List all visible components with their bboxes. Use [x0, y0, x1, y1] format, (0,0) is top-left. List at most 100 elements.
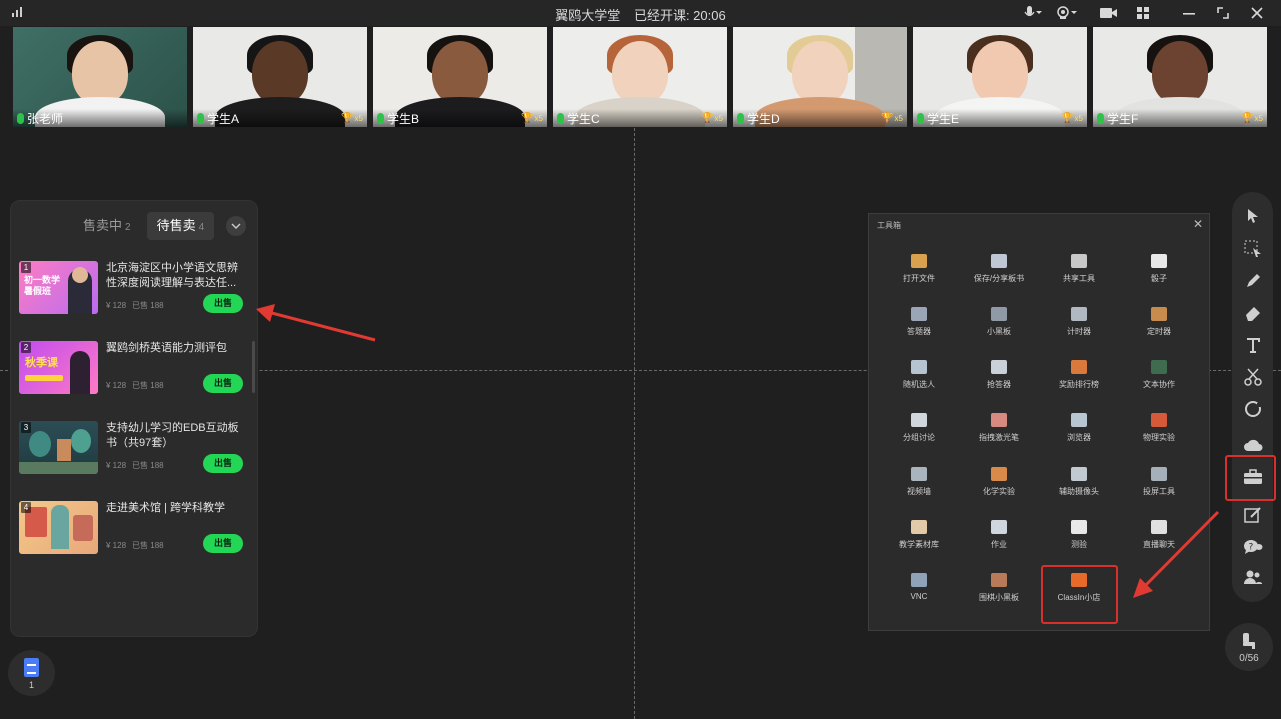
tool-buzzer[interactable]: 抢答器 — [959, 360, 1039, 390]
text-icon[interactable] — [1232, 333, 1273, 357]
close-icon[interactable]: ✕ — [1193, 217, 1203, 231]
tool-label: 保存/分享板书 — [973, 274, 1025, 283]
folder-icon — [911, 254, 927, 268]
sell-button[interactable]: 出售 — [203, 374, 243, 393]
shape-icon[interactable] — [1232, 397, 1273, 421]
tool-answer[interactable]: 答题器 — [879, 307, 959, 337]
tool-share-screen[interactable]: 共享工具 — [1039, 254, 1119, 284]
shop-panel: 售卖中 2 待售卖 4 初一数学 暑假班 1 北京海淀区中小学语文思辨性深度阅读理解… — [10, 200, 258, 637]
eraser-icon[interactable] — [1232, 301, 1273, 325]
tool-go-board[interactable]: 围棋小黑板 — [959, 573, 1039, 603]
tool-random-pick[interactable]: 随机选人 — [879, 360, 959, 390]
item-index: 2 — [21, 342, 31, 353]
list-item: 4 走进美术馆 | 跨学科教学 ¥ 128 已售 188 出售 — [19, 501, 244, 557]
video-tile[interactable]: 学生D 🏆 x5 — [733, 27, 907, 127]
trophy-icon: 🏆 x5 — [1241, 113, 1263, 124]
close-icon[interactable] — [1247, 4, 1267, 22]
tool-material-library[interactable]: 教学素材库 — [879, 520, 959, 550]
video-icon[interactable] — [1099, 4, 1119, 22]
cloud-icon[interactable] — [1232, 433, 1273, 457]
right-toolbar: ? — [1232, 192, 1273, 602]
tool-folder[interactable]: 打开文件 — [879, 254, 959, 284]
save-icon — [991, 254, 1007, 268]
tool-blackboard[interactable]: 小黑板 — [959, 307, 1039, 337]
tool-label: 抢答器 — [987, 380, 1011, 389]
tool-homework[interactable]: 作业 — [959, 520, 1039, 550]
tab-count: 2 — [125, 222, 131, 233]
tool-save[interactable]: 保存/分享板书 — [959, 254, 1039, 284]
video-tile[interactable]: 学生B 🏆 x5 — [373, 27, 547, 127]
sell-button[interactable]: 出售 — [203, 294, 243, 313]
seat-list-button[interactable]: 0/56 — [1225, 623, 1273, 671]
video-tile[interactable]: 学生E 🏆 x5 — [913, 27, 1087, 127]
sell-button[interactable]: 出售 — [203, 454, 243, 473]
tab-on-sale[interactable]: 售卖中 2 — [73, 212, 141, 240]
chevron-down-icon[interactable] — [226, 216, 246, 236]
trophy-icon: 🏆 x5 — [341, 113, 363, 124]
scissors-icon[interactable] — [1232, 365, 1273, 389]
tool-cast[interactable]: 投屏工具 — [1119, 467, 1199, 497]
tool-live-chat[interactable]: 直播聊天 — [1119, 520, 1199, 550]
users-icon[interactable] — [1232, 565, 1273, 589]
tab-label: 待售卖 — [156, 218, 196, 233]
tool-aux-camera[interactable]: 辅助摄像头 — [1039, 467, 1119, 497]
product-price: ¥ 128 — [106, 541, 127, 550]
video-tile[interactable]: 学生A 🏆 x5 — [193, 27, 367, 127]
video-tile[interactable]: 学生F 🏆 x5 — [1093, 27, 1267, 127]
tool-stopwatch[interactable]: 计时器 — [1039, 307, 1119, 337]
tool-quiz[interactable]: 测验 — [1039, 520, 1119, 550]
document-count: 1 — [28, 680, 34, 690]
stopwatch-icon — [1071, 307, 1087, 321]
seat-icon — [1243, 633, 1255, 649]
sell-button[interactable]: 出售 — [203, 534, 243, 553]
browser-icon — [1071, 413, 1087, 427]
trophy-count: x5 — [714, 114, 723, 123]
scrollbar[interactable] — [252, 341, 255, 393]
tool-video-wall[interactable]: 视频墙 — [879, 467, 959, 497]
go-board-icon — [991, 573, 1007, 587]
document-list-button[interactable]: 1 — [8, 650, 55, 696]
magnet-icon — [1151, 413, 1167, 427]
tool-group-discuss[interactable]: 分组讨论 — [879, 413, 959, 443]
layout-grid-icon[interactable] — [1133, 4, 1153, 22]
tool-vnc[interactable]: VNC — [879, 573, 959, 601]
video-tile[interactable]: 张老师 — [13, 27, 187, 127]
area-select-icon[interactable] — [1232, 237, 1273, 261]
restore-icon[interactable] — [1213, 4, 1233, 22]
camera-select-icon[interactable] — [1057, 4, 1077, 22]
tool-label: 答题器 — [907, 327, 931, 336]
tool-hourglass[interactable]: 定时器 — [1119, 307, 1199, 337]
select-arrow-icon[interactable] — [1232, 204, 1273, 228]
pen-icon[interactable] — [1232, 269, 1273, 293]
tool-dice[interactable]: 骰子 — [1119, 254, 1199, 284]
product-price: ¥ 128 — [106, 461, 127, 470]
flask-icon — [991, 467, 1007, 481]
thumbnail-caption: 初一数学 暑假班 — [24, 275, 61, 296]
tool-laser-pointer[interactable]: 指拽激光笔 — [959, 413, 1039, 443]
tool-label: 分组讨论 — [903, 433, 935, 442]
edit-icon[interactable] — [1232, 503, 1273, 527]
leaderboard-icon — [1071, 360, 1087, 374]
video-tile[interactable]: 学生C 🏆 x5 — [553, 27, 727, 127]
trophy-count: x5 — [1254, 114, 1263, 123]
tool-label: 物理实验 — [1143, 433, 1175, 442]
tool-label: 围棋小黑板 — [979, 593, 1019, 602]
arrow-to-sell-button — [256, 304, 376, 342]
buzzer-icon — [991, 360, 1007, 374]
product-price: ¥ 128 — [106, 381, 127, 390]
tool-text-collab[interactable]: 文本协作 — [1119, 360, 1199, 390]
tool-magnet[interactable]: 物理实验 — [1119, 413, 1199, 443]
question-chat-icon[interactable]: ? — [1232, 535, 1273, 559]
blackboard-icon — [991, 307, 1007, 321]
tool-flask[interactable]: 化学实验 — [959, 467, 1039, 497]
microphone-icon[interactable] — [1023, 4, 1043, 22]
item-index: 1 — [21, 262, 31, 273]
tool-label: 打开文件 — [903, 274, 935, 283]
product-sold: 已售 188 — [132, 301, 164, 310]
dice-icon — [1151, 254, 1167, 268]
tool-browser[interactable]: 浏览器 — [1039, 413, 1119, 443]
participant-name: 张老师 — [27, 111, 64, 126]
tab-pending-sale[interactable]: 待售卖 4 — [146, 212, 215, 240]
minimize-icon[interactable] — [1179, 4, 1199, 22]
tool-leaderboard[interactable]: 奖励排行榜 — [1039, 360, 1119, 390]
